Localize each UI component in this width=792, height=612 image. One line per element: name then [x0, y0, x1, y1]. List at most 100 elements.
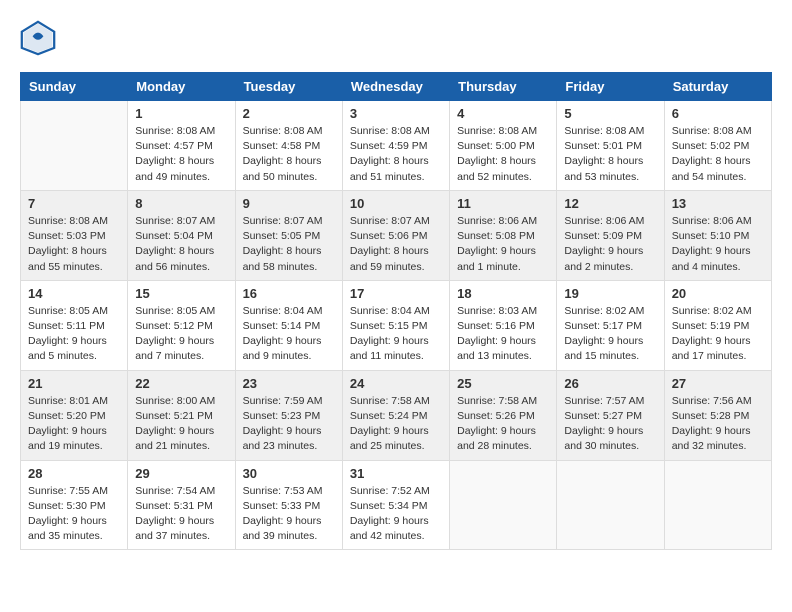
day-number: 12	[564, 196, 656, 211]
day-of-week-header: Thursday	[450, 73, 557, 101]
sunset-text: Sunset: 5:14 PM	[243, 320, 321, 332]
daylight-text: Daylight: 8 hours and 50 minutes.	[243, 155, 322, 182]
sunset-text: Sunset: 5:01 PM	[564, 140, 642, 152]
sunrise-text: Sunrise: 8:08 AM	[672, 125, 752, 137]
sunset-text: Sunset: 5:09 PM	[564, 230, 642, 242]
calendar-day-cell: 19Sunrise: 8:02 AMSunset: 5:17 PMDayligh…	[557, 280, 664, 370]
sunrise-text: Sunrise: 7:58 AM	[350, 395, 430, 407]
calendar-day-cell: 10Sunrise: 8:07 AMSunset: 5:06 PMDayligh…	[342, 190, 449, 280]
day-number: 5	[564, 106, 656, 121]
calendar-day-cell: 13Sunrise: 8:06 AMSunset: 5:10 PMDayligh…	[664, 190, 771, 280]
page-header	[20, 20, 772, 56]
sunrise-text: Sunrise: 8:05 AM	[28, 305, 108, 317]
calendar-week-row: 21Sunrise: 8:01 AMSunset: 5:20 PMDayligh…	[21, 370, 772, 460]
calendar-week-row: 1 Sunrise: 8:08 AM Sunset: 4:57 PM Daylight…	[21, 101, 772, 191]
day-number: 27	[672, 376, 764, 391]
day-detail: Sunrise: 7:59 AMSunset: 5:23 PMDaylight:…	[243, 394, 335, 455]
sunset-text: Sunset: 5:31 PM	[135, 500, 213, 512]
sunrise-text: Sunrise: 7:53 AM	[243, 485, 323, 497]
day-number: 20	[672, 286, 764, 301]
daylight-text: Daylight: 9 hours and 42 minutes.	[350, 515, 429, 542]
calendar-week-row: 14Sunrise: 8:05 AMSunset: 5:11 PMDayligh…	[21, 280, 772, 370]
calendar-day-cell: 22Sunrise: 8:00 AMSunset: 5:21 PMDayligh…	[128, 370, 235, 460]
sunset-text: Sunset: 5:23 PM	[243, 410, 321, 422]
calendar-day-cell: 30 Sunrise: 7:53 AMSunset: 5:33 PMDayligh…	[235, 460, 342, 550]
daylight-text: Daylight: 8 hours and 59 minutes.	[350, 245, 429, 272]
daylight-text: Daylight: 9 hours and 9 minutes.	[243, 335, 322, 362]
day-number: 1	[135, 106, 227, 121]
sunrise-text: Sunrise: 8:08 AM	[457, 125, 537, 137]
day-detail: Sunrise: 8:06 AMSunset: 5:09 PMDaylight:…	[564, 214, 656, 275]
day-number: 31	[350, 466, 442, 481]
day-detail: Sunrise: 8:06 AMSunset: 5:08 PMDaylight:…	[457, 214, 549, 275]
calendar-day-cell: 6Sunrise: 8:08 AMSunset: 5:02 PMDaylight…	[664, 101, 771, 191]
calendar-day-cell: 16Sunrise: 8:04 AMSunset: 5:14 PMDayligh…	[235, 280, 342, 370]
sunrise-text: Sunrise: 7:52 AM	[350, 485, 430, 497]
sunset-text: Sunset: 5:08 PM	[457, 230, 535, 242]
sunset-text: Sunset: 5:21 PM	[135, 410, 213, 422]
day-detail: Sunrise: 8:07 AMSunset: 5:04 PMDaylight:…	[135, 214, 227, 275]
day-number: 8	[135, 196, 227, 211]
day-detail: Sunrise: 7:53 AMSunset: 5:33 PMDaylight:…	[243, 484, 335, 545]
day-number: 9	[243, 196, 335, 211]
day-detail: Sunrise: 7:58 AMSunset: 5:26 PMDaylight:…	[457, 394, 549, 455]
day-number: 4	[457, 106, 549, 121]
daylight-text: Daylight: 9 hours and 2 minutes.	[564, 245, 643, 272]
day-number: 22	[135, 376, 227, 391]
sunrise-text: Sunrise: 7:56 AM	[672, 395, 752, 407]
sunrise-text: Sunrise: 8:08 AM	[135, 125, 215, 137]
day-number: 11	[457, 196, 549, 211]
calendar-day-cell: 27 Sunrise: 7:56 AMSunset: 5:28 PMDayligh…	[664, 370, 771, 460]
sunset-text: Sunset: 5:12 PM	[135, 320, 213, 332]
calendar-day-cell	[21, 101, 128, 191]
day-detail: Sunrise: 7:56 AMSunset: 5:28 PMDaylight:…	[672, 394, 764, 455]
sunset-text: Sunset: 4:57 PM	[135, 140, 213, 152]
daylight-text: Daylight: 8 hours and 51 minutes.	[350, 155, 429, 182]
day-detail: Sunrise: 8:03 AMSunset: 5:16 PMDaylight:…	[457, 304, 549, 365]
day-detail: Sunrise: 7:57 AMSunset: 5:27 PMDaylight:…	[564, 394, 656, 455]
sunset-text: Sunset: 4:58 PM	[243, 140, 321, 152]
daylight-text: Daylight: 9 hours and 1 minute.	[457, 245, 536, 272]
day-number: 18	[457, 286, 549, 301]
day-of-week-header: Friday	[557, 73, 664, 101]
calendar-day-cell: 21Sunrise: 8:01 AMSunset: 5:20 PMDayligh…	[21, 370, 128, 460]
daylight-text: Daylight: 8 hours and 58 minutes.	[243, 245, 322, 272]
day-detail: Sunrise: 7:54 AM Sunset: 5:31 PM Daylight:…	[135, 484, 227, 545]
day-detail: Sunrise: 8:08 AMSunset: 4:57 PMDaylight:…	[135, 124, 227, 185]
sunset-text: Sunset: 5:06 PM	[350, 230, 428, 242]
sunset-text: Sunset: 5:26 PM	[457, 410, 535, 422]
day-number: 30	[243, 466, 335, 481]
calendar-day-cell: 25Sunrise: 7:58 AMSunset: 5:26 PMDayligh…	[450, 370, 557, 460]
logo-icon	[20, 20, 56, 56]
day-number: 15	[135, 286, 227, 301]
day-detail: Sunrise: 8:07 AMSunset: 5:06 PMDaylight:…	[350, 214, 442, 275]
day-number: 19	[564, 286, 656, 301]
day-detail: Sunrise: 7:58 AMSunset: 5:24 PMDaylight:…	[350, 394, 442, 455]
calendar-day-cell: 14Sunrise: 8:05 AMSunset: 5:11 PMDayligh…	[21, 280, 128, 370]
sunset-text: Sunset: 5:19 PM	[672, 320, 750, 332]
sunrise-text: Sunrise: 8:08 AM	[28, 215, 108, 227]
calendar-day-cell: 18 Sunrise: 8:03 AMSunset: 5:16 PMDayligh…	[450, 280, 557, 370]
calendar-day-cell: 1Sunrise: 8:08 AMSunset: 4:57 PMDaylight…	[128, 101, 235, 191]
daylight-text: Daylight: 8 hours and 54 minutes.	[672, 155, 751, 182]
calendar-day-cell: 17Sunrise: 8:04 AMSunset: 5:15 PMDayligh…	[342, 280, 449, 370]
sunrise-text: Sunrise: 7:54 AM	[135, 485, 215, 497]
daylight-text: Daylight: 9 hours and 32 minutes.	[672, 425, 751, 452]
day-detail: Sunrise: 8:06 AMSunset: 5:10 PMDaylight:…	[672, 214, 764, 275]
sunset-text: Sunset: 5:02 PM	[672, 140, 750, 152]
calendar-day-cell: 9Sunrise: 8:07 AMSunset: 5:05 PMDaylight…	[235, 190, 342, 280]
day-of-week-header: Monday	[128, 73, 235, 101]
daylight-text: Daylight: 9 hours and 15 minutes.	[564, 335, 643, 362]
calendar-day-cell: 3Sunrise: 8:08 AMSunset: 4:59 PMDaylight…	[342, 101, 449, 191]
sunset-text: Sunset: 5:34 PM	[350, 500, 428, 512]
sunset-text: Sunset: 5:04 PM	[135, 230, 213, 242]
day-of-week-header: Wednesday	[342, 73, 449, 101]
daylight-text: Daylight: 9 hours and 37 minutes.	[135, 515, 214, 542]
sunrise-text: Sunrise: 8:02 AM	[564, 305, 644, 317]
day-number: 17	[350, 286, 442, 301]
sunset-text: Sunset: 5:03 PM	[28, 230, 106, 242]
calendar-day-cell: 2Sunrise: 8:08 AMSunset: 4:58 PMDaylight…	[235, 101, 342, 191]
daylight-text: Daylight: 9 hours and 4 minutes.	[672, 245, 751, 272]
sunrise-text: Sunrise: 8:01 AM	[28, 395, 108, 407]
day-detail: Sunrise: 8:05 AMSunset: 5:11 PMDaylight:…	[28, 304, 120, 365]
